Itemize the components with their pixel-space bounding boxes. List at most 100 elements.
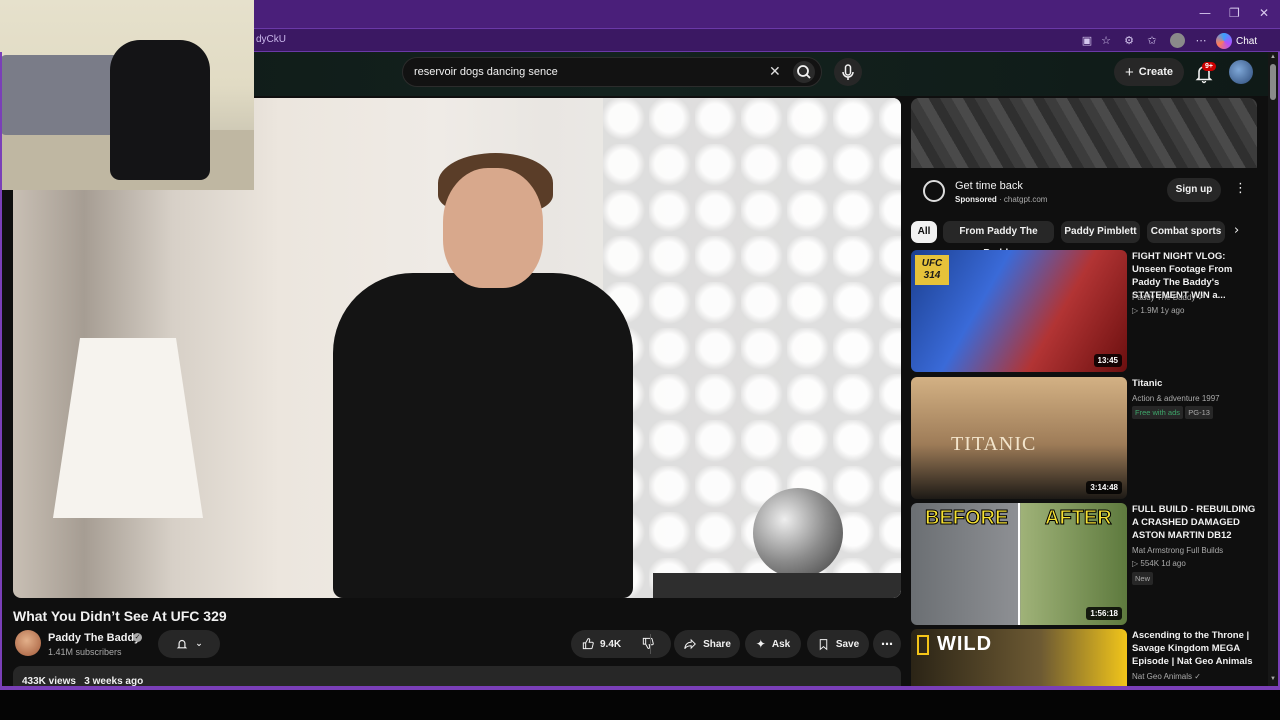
- channel-name[interactable]: Paddy The Baddy: [48, 632, 140, 644]
- recommendation-card[interactable]: WILD Ascending to the Throne | Savage Ki…: [911, 629, 1257, 686]
- video-dresser: [653, 573, 901, 598]
- window-border-left: [0, 52, 2, 690]
- sponsored-label: Sponsored: [955, 195, 997, 204]
- search-box[interactable]: reservoir dogs dancing sence ✕: [402, 57, 822, 87]
- ufc-badge: UFC 314: [915, 255, 949, 285]
- notification-badge: 9+: [1202, 62, 1216, 71]
- webcam-overlay: [0, 0, 254, 190]
- plus-icon: +: [1124, 63, 1134, 81]
- extensions-icon[interactable]: ⚙: [1122, 34, 1136, 48]
- ad-banner-image[interactable]: [911, 98, 1257, 168]
- scroll-down-arrow-icon[interactable]: ▼: [1269, 676, 1277, 682]
- rec-channel[interactable]: Mat Armstrong Full Builds: [1132, 546, 1223, 555]
- collections-icon[interactable]: ✩: [1145, 34, 1159, 48]
- favorite-star-icon[interactable]: ☆: [1099, 34, 1113, 48]
- chevron-down-icon: ⌄: [195, 639, 203, 649]
- recommendation-card[interactable]: BEFORE AFTER 1:56:18 FULL BUILD - REBUIL…: [911, 503, 1257, 625]
- rec-stats: ▷ 554K 1d ago: [1132, 559, 1186, 568]
- rec-stats-text: 1.9M 1y ago: [1140, 306, 1185, 315]
- subscriber-count: 1.41M subscribers: [48, 647, 122, 657]
- chip-combat-sports[interactable]: Combat sports: [1147, 221, 1225, 243]
- subscribed-notifications-button[interactable]: ⌄: [158, 630, 220, 658]
- like-dislike-group: 9.4K: [571, 630, 671, 658]
- channel-avatar[interactable]: [15, 630, 41, 656]
- save-button[interactable]: Save: [807, 630, 869, 658]
- copilot-chat-button[interactable]: Chat: [1216, 32, 1257, 50]
- ad-more-vertical-icon[interactable]: ⋮: [1234, 181, 1247, 196]
- openai-logo-icon: [923, 180, 945, 202]
- free-with-ads-tag: Free with ads: [1132, 406, 1184, 419]
- ask-button[interactable]: ✦ Ask: [745, 630, 801, 658]
- dislike-button[interactable]: [641, 636, 655, 653]
- chip-all[interactable]: All: [911, 221, 937, 243]
- voice-search-button[interactable]: [834, 58, 862, 86]
- video-vase: [753, 488, 843, 578]
- rec-thumbnail[interactable]: WILD: [911, 629, 1127, 686]
- share-button[interactable]: Share: [674, 630, 740, 658]
- search-button[interactable]: [793, 61, 815, 83]
- scrollbar-thumb[interactable]: [1270, 64, 1276, 100]
- video-person-hoodie: [333, 273, 633, 598]
- search-input[interactable]: reservoir dogs dancing sence: [414, 66, 558, 78]
- rec-thumbnail[interactable]: UFC 314 13:45: [911, 250, 1127, 372]
- split-line: [1018, 503, 1020, 625]
- titanic-logo: TITANIC: [951, 433, 1037, 455]
- rec-title[interactable]: Titanic: [1132, 377, 1257, 390]
- video-wall-texture: [603, 98, 901, 598]
- browser-menu-icon[interactable]: ⋯: [1194, 34, 1208, 48]
- split-screen-icon[interactable]: ▣: [1080, 34, 1094, 48]
- rec-title[interactable]: FULL BUILD - REBUILDING A CRASHED DAMAGE…: [1132, 503, 1257, 542]
- chevron-right-icon[interactable]: ›: [1234, 223, 1239, 238]
- video-title: What You Didn’t See At UFC 329: [13, 608, 227, 624]
- chat-label: Chat: [1236, 35, 1258, 47]
- ad-info: Get time back Sponsored · chatgpt.com Si…: [911, 168, 1257, 214]
- description-box[interactable]: 433K views 3 weeks ago: [13, 666, 901, 686]
- microphone-icon: [842, 64, 854, 80]
- rec-channel-name[interactable]: Paddy The Baddy: [1132, 293, 1195, 302]
- close-window-button[interactable]: ✕: [1259, 6, 1269, 20]
- rec-thumbnail[interactable]: BEFORE AFTER 1:56:18: [911, 503, 1127, 625]
- rec-thumbnail[interactable]: TITANIC 3:14:48: [911, 377, 1127, 499]
- bell-icon: [177, 639, 188, 649]
- rec-channel-name[interactable]: Nat Geo Animals: [1132, 672, 1192, 681]
- duration-badge: 1:56:18: [1086, 607, 1122, 620]
- thumbs-up-icon: [582, 638, 594, 650]
- screen: — ❐ ✕ dyCkU ▣ ☆ ⚙ ✩ ⋯ Chat reservoir dog…: [0, 0, 1280, 720]
- ad-title[interactable]: Get time back: [955, 180, 1023, 192]
- sparkle-icon: ✦: [755, 637, 766, 651]
- new-tag: New: [1132, 572, 1154, 585]
- verified-check-icon: ✓: [133, 633, 142, 642]
- after-label: AFTER: [1045, 507, 1113, 530]
- account-avatar[interactable]: [1229, 60, 1253, 84]
- clear-search-icon[interactable]: ✕: [769, 64, 781, 80]
- like-count: 9.4K: [600, 638, 622, 650]
- ad-sponsor-line: Sponsored · chatgpt.com: [955, 195, 1048, 204]
- bookmark-icon: [819, 638, 828, 650]
- rating-tag: PG-13: [1185, 406, 1213, 419]
- minimize-button[interactable]: —: [1199, 6, 1211, 20]
- browser-profile-avatar[interactable]: [1170, 33, 1185, 48]
- description-meta: 433K views 3 weeks ago: [22, 676, 143, 686]
- nat-geo-frame-icon: [917, 635, 929, 655]
- more-actions-button[interactable]: ⋯: [873, 630, 901, 658]
- before-label: BEFORE: [924, 507, 1009, 530]
- rec-channel: Paddy The Baddy ✓: [1132, 293, 1204, 302]
- chip-paddy-pimblett[interactable]: Paddy Pimblett: [1061, 221, 1140, 243]
- url-text[interactable]: dyCkU: [256, 34, 286, 45]
- recommendation-card[interactable]: UFC 314 13:45 FIGHT NIGHT VLOG: Unseen F…: [911, 250, 1257, 372]
- ad-signup-button[interactable]: Sign up: [1167, 178, 1221, 202]
- chip-from-channel[interactable]: From Paddy The Baddy: [943, 221, 1054, 259]
- rec-title[interactable]: Ascending to the Throne | Savage Kingdom…: [1132, 629, 1257, 668]
- create-label: Create: [1138, 66, 1173, 78]
- like-divider: [650, 634, 651, 654]
- restore-button[interactable]: ❐: [1229, 6, 1240, 20]
- create-button[interactable]: + Create: [1114, 58, 1184, 86]
- rec-tags: Free with ads PG-13: [1132, 406, 1213, 419]
- verified-check-icon: ✓: [1194, 672, 1201, 681]
- scroll-up-arrow-icon[interactable]: ▲: [1269, 54, 1277, 60]
- rec-stats: ▷ 1.9M 1y ago: [1132, 306, 1184, 315]
- recommendation-card[interactable]: TITANIC 3:14:48 Titanic Action & adventu…: [911, 377, 1257, 499]
- verified-check-icon: ✓: [1197, 293, 1205, 302]
- like-button[interactable]: 9.4K: [581, 637, 621, 651]
- page-scrollbar[interactable]: ▲ ▼: [1268, 52, 1278, 686]
